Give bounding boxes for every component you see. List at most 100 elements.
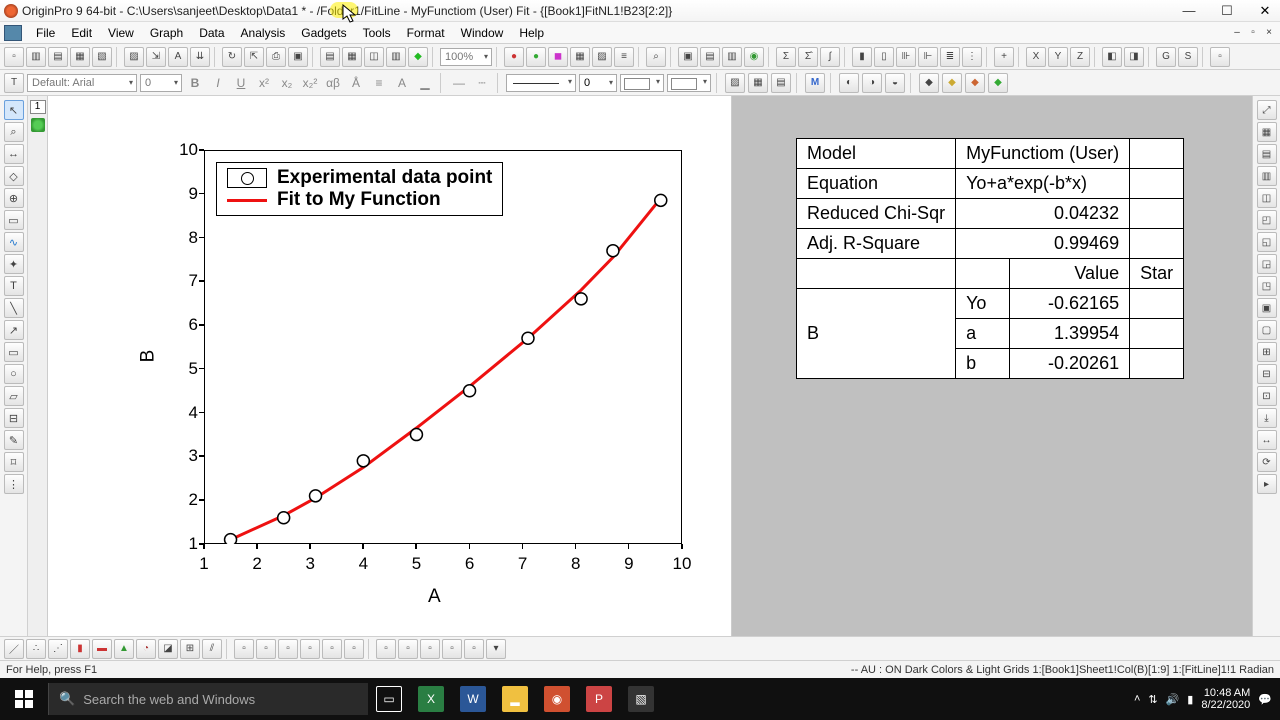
linewidth-combo[interactable]: 0 — [579, 74, 617, 92]
pt5-button[interactable]: ▫ — [322, 639, 342, 659]
drawdata-tool[interactable]: ∿ — [4, 232, 24, 252]
r7-button[interactable]: ◱ — [1257, 232, 1277, 252]
mdi-close-button[interactable]: × — [1262, 26, 1276, 40]
sety-button[interactable]: Y — [1048, 47, 1068, 67]
region-tool[interactable]: ▭ — [4, 210, 24, 230]
table-button[interactable]: ▤ — [771, 73, 791, 93]
menu-tools[interactable]: Tools — [355, 26, 399, 40]
light2-button[interactable]: ◆ — [942, 73, 962, 93]
open-button[interactable]: ▤ — [48, 47, 68, 67]
fill2-combo[interactable] — [667, 74, 711, 92]
italic-button[interactable]: I — [208, 73, 228, 93]
print-preview-button[interactable]: ▣ — [288, 47, 308, 67]
r13-button[interactable]: ⊟ — [1257, 364, 1277, 384]
col2-button[interactable]: ▯ — [874, 47, 894, 67]
light1-button[interactable]: ◆ — [919, 73, 939, 93]
text-tool-button[interactable]: T — [4, 73, 24, 93]
col1-button[interactable]: ▮ — [852, 47, 872, 67]
tray-wifi-icon[interactable]: ⇅ — [1148, 693, 1157, 706]
flag3-button[interactable]: ◒ — [885, 73, 905, 93]
mdi-restore-button[interactable]: ▫ — [1246, 26, 1260, 40]
fontcolor-button[interactable]: A — [392, 73, 412, 93]
underline-button[interactable]: U — [231, 73, 251, 93]
r12-button[interactable]: ⊞ — [1257, 342, 1277, 362]
3d-button[interactable]: ◪ — [158, 639, 178, 659]
rescale-button[interactable]: ⤢ — [1257, 100, 1277, 120]
maximize-button[interactable]: ☐ — [1216, 3, 1238, 19]
zoom-combo[interactable]: 100% — [440, 48, 492, 66]
hatch-button[interactable]: ▨ — [725, 73, 745, 93]
export-button[interactable]: ⇱ — [244, 47, 264, 67]
menu-data[interactable]: Data — [191, 26, 232, 40]
text-tool[interactable]: T — [4, 276, 24, 296]
pt11-button[interactable]: ▫ — [464, 639, 484, 659]
apps-button[interactable]: ▦ — [570, 47, 590, 67]
subscript-button[interactable]: x₂ — [277, 73, 297, 93]
start-button[interactable] — [0, 678, 48, 720]
setNone-button[interactable]: ▫ — [1210, 47, 1230, 67]
setR-button[interactable]: ◨ — [1124, 47, 1144, 67]
legend[interactable]: Experimental data point Fit to My Functi… — [216, 162, 503, 216]
r16-button[interactable]: ↔ — [1257, 430, 1277, 450]
r5-button[interactable]: ◫ — [1257, 188, 1277, 208]
new-matrix-button[interactable]: ▦ — [342, 47, 362, 67]
x-axis-title[interactable]: A — [428, 586, 441, 608]
new-graph-button[interactable]: ◫ — [364, 47, 384, 67]
excel-icon[interactable]: X — [410, 678, 452, 720]
fontsize-combo[interactable]: 0 — [140, 74, 182, 92]
menu-help[interactable]: Help — [511, 26, 552, 40]
setS-button[interactable]: S — [1178, 47, 1198, 67]
import-multi-button[interactable]: ⇊ — [190, 47, 210, 67]
stock-button[interactable]: ⫽ — [202, 639, 222, 659]
poly-tool[interactable]: ▱ — [4, 386, 24, 406]
fill-combo[interactable] — [620, 74, 664, 92]
pt4-button[interactable]: ▫ — [300, 639, 320, 659]
linestyle-combo[interactable] — [506, 74, 576, 92]
stats-button[interactable]: Σ — [776, 47, 796, 67]
menu-window[interactable]: Window — [453, 26, 512, 40]
new-layout-button[interactable]: ▥ — [386, 47, 406, 67]
menu-gadgets[interactable]: Gadgets — [293, 26, 354, 40]
pan-tool[interactable]: ↔ — [4, 144, 24, 164]
graph-window[interactable]: Experimental data point Fit to My Functi… — [48, 96, 732, 636]
taskview-button[interactable]: ▭ — [368, 678, 410, 720]
bars2-button[interactable]: ⊩ — [918, 47, 938, 67]
line-plot-button[interactable]: ／ — [4, 639, 24, 659]
bigA-button[interactable]: Å — [346, 73, 366, 93]
line-dash-button[interactable]: ┄ — [472, 73, 492, 93]
tray-volume-icon[interactable]: 🔊 — [1166, 693, 1180, 706]
datareader-tool[interactable]: ◇ — [4, 166, 24, 186]
flag1-button[interactable]: ◐ — [839, 73, 859, 93]
setL-button[interactable]: ◧ — [1102, 47, 1122, 67]
word-icon[interactable]: W — [452, 678, 494, 720]
recalc-button[interactable]: ↻ — [222, 47, 242, 67]
zoom-tool[interactable]: ⌕ — [4, 122, 24, 142]
lock-tool[interactable]: ⌑ — [4, 452, 24, 472]
bar-plot-button[interactable]: ▬ — [92, 639, 112, 659]
layer-1-button[interactable]: 1 — [30, 100, 46, 114]
greek-button[interactable]: αβ — [323, 73, 343, 93]
red-led-button[interactable]: ● — [504, 47, 524, 67]
columns-button[interactable]: ≡ — [614, 47, 634, 67]
r17-button[interactable]: ⟳ — [1257, 452, 1277, 472]
bars4-button[interactable]: ⋮ — [962, 47, 982, 67]
highlight-button[interactable]: ▁ — [415, 73, 435, 93]
pt7-button[interactable]: ▫ — [376, 639, 396, 659]
tray-battery-icon[interactable]: ▮ — [1187, 693, 1193, 706]
align-button[interactable]: ≡ — [369, 73, 389, 93]
new-notes-button[interactable]: ◆ — [408, 47, 428, 67]
setx-button[interactable]: X — [1026, 47, 1046, 67]
menu-view[interactable]: View — [100, 26, 142, 40]
bars3-button[interactable]: ≣ — [940, 47, 960, 67]
globe-button[interactable]: ◉ — [744, 47, 764, 67]
diagram-button[interactable]: ▨ — [592, 47, 612, 67]
line-tool[interactable]: ╲ — [4, 298, 24, 318]
arrow-tool[interactable]: ↗ — [4, 320, 24, 340]
r6-button[interactable]: ◰ — [1257, 210, 1277, 230]
more-tool[interactable]: ⋮ — [4, 474, 24, 494]
box-plot-button[interactable]: ⊞ — [180, 639, 200, 659]
line-color-button[interactable]: — — [449, 73, 469, 93]
y-axis-title[interactable]: B — [137, 350, 159, 363]
import-wizard-button[interactable]: ⇲ — [146, 47, 166, 67]
fit-results-table[interactable]: Model MyFunctiom (User) Equation Yo+a*ex… — [796, 138, 1184, 379]
